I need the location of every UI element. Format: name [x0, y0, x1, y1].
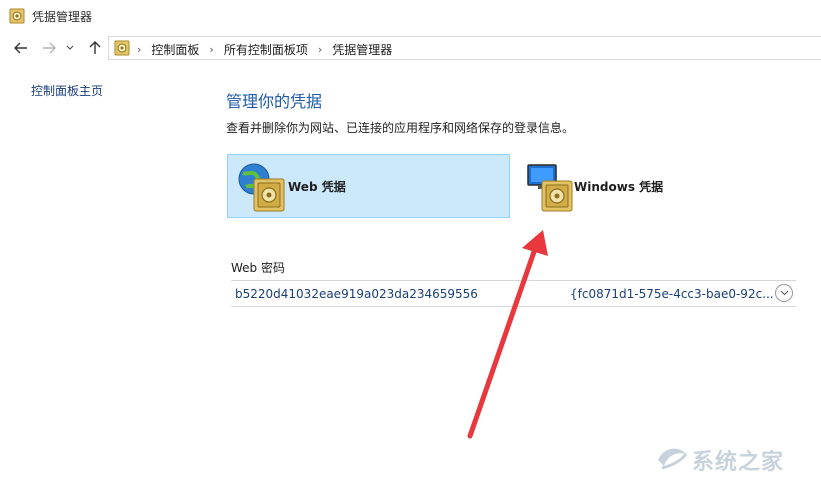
left-pane: 控制面板主页: [0, 62, 210, 488]
title-bar: 凭据管理器: [0, 0, 821, 32]
back-button[interactable]: [11, 38, 31, 58]
breadcrumb-item-control-panel[interactable]: 控制面板: [151, 41, 199, 58]
credential-id[interactable]: {fc0871d1-575e-4cc3-bae0-92c...: [570, 287, 774, 301]
watermark-text: 系统之家: [692, 450, 785, 475]
windows-credentials-icon: [527, 164, 573, 212]
divider: [231, 306, 796, 307]
up-arrow-icon: [89, 41, 101, 54]
web-credentials-icon: [238, 163, 285, 212]
chevron-down-icon: [66, 45, 74, 50]
chevron-down-icon: [780, 290, 788, 296]
watermark: 系统之家: [650, 438, 820, 478]
page-description: 查看并删除你为网站、已连接的应用程序和网络保存的登录信息。: [226, 121, 575, 135]
address-box[interactable]: › 控制面板 › 所有控制面板项 › 凭据管理器: [108, 36, 821, 60]
back-arrow-icon: [14, 42, 27, 54]
page-title: 管理你的凭据: [226, 92, 323, 111]
windows-credentials-label: Windows 凭据: [574, 180, 664, 194]
control-panel-icon: [114, 40, 130, 56]
breadcrumb-item-all-items[interactable]: 所有控制面板项: [224, 41, 308, 58]
breadcrumb-separator-icon[interactable]: ›: [137, 43, 141, 56]
watermark-logo-icon: [658, 448, 688, 470]
web-credentials-label: Web 凭据: [288, 180, 346, 194]
web-passwords-heading: Web 密码: [231, 261, 285, 275]
address-bar: › 控制面板 › 所有控制面板项 › 凭据管理器: [0, 34, 821, 62]
credential-manager-icon: [9, 8, 25, 24]
breadcrumb-item-credential-manager[interactable]: 凭据管理器: [332, 41, 392, 58]
credential-name[interactable]: b5220d41032eae919a023da234659556: [235, 287, 478, 301]
forward-button[interactable]: [39, 38, 59, 58]
credential-row[interactable]: b5220d41032eae919a023da234659556 {fc0871…: [231, 282, 796, 306]
breadcrumb-separator-icon[interactable]: ›: [209, 43, 213, 56]
forward-arrow-icon: [43, 42, 56, 54]
window-title: 凭据管理器: [32, 10, 93, 24]
breadcrumb: › 控制面板 › 所有控制面板项 › 凭据管理器: [137, 41, 392, 58]
control-panel-home-link[interactable]: 控制面板主页: [31, 82, 103, 99]
breadcrumb-separator-icon[interactable]: ›: [318, 43, 322, 56]
expand-button[interactable]: [775, 284, 793, 302]
web-credentials-tile[interactable]: Web 凭据: [227, 154, 510, 218]
divider: [231, 280, 796, 281]
up-button[interactable]: [85, 38, 105, 58]
windows-credentials-tile[interactable]: Windows 凭据: [513, 154, 796, 218]
recent-locations-button[interactable]: [63, 38, 77, 58]
